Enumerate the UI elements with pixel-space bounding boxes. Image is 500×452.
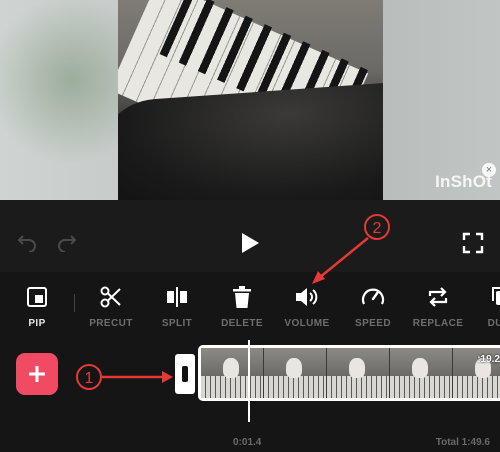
duplicate-icon bbox=[492, 287, 500, 305]
tool-delete[interactable]: DELETE bbox=[207, 282, 277, 329]
tool-label: PRECUT bbox=[89, 318, 133, 329]
current-time: 0:01.4 bbox=[233, 437, 262, 448]
plus-icon bbox=[29, 366, 45, 382]
video-frame bbox=[118, 0, 383, 200]
tool-volume[interactable]: VOLUME bbox=[272, 282, 342, 329]
clip-thumbnail bbox=[201, 348, 264, 398]
tool-label: PIP bbox=[28, 318, 46, 329]
tool-replace[interactable]: REPLACE bbox=[403, 282, 473, 329]
tool-speed[interactable]: SPEED bbox=[338, 282, 408, 329]
tool-label: DUPL bbox=[487, 318, 500, 329]
tool-precut[interactable]: PRECUT bbox=[76, 282, 146, 329]
undo-icon bbox=[17, 235, 36, 252]
tool-label: SPLIT bbox=[161, 318, 193, 329]
clip-thumbnail bbox=[264, 348, 327, 398]
replace-icon bbox=[428, 287, 448, 307]
play-button[interactable] bbox=[236, 230, 262, 256]
clip-trim-handle[interactable] bbox=[175, 354, 195, 394]
background-plant bbox=[0, 0, 118, 200]
redo-icon bbox=[58, 235, 77, 252]
tool-split[interactable]: SPLIT bbox=[142, 282, 212, 329]
total-duration: Total 1:49.6 bbox=[435, 437, 490, 448]
tool-label: VOLUME bbox=[284, 318, 330, 329]
edit-toolbar: PIP PRECUT SPLIT DELETE VOLUME SPEED REP… bbox=[0, 272, 500, 340]
undo-button[interactable] bbox=[16, 230, 38, 252]
speed-gauge-icon bbox=[361, 288, 385, 305]
clip-thumbnail bbox=[390, 348, 453, 398]
playback-controls bbox=[0, 200, 500, 272]
play-icon bbox=[242, 233, 259, 253]
video-preview[interactable]: InShOt × bbox=[0, 0, 500, 200]
trash-icon bbox=[233, 286, 251, 308]
fullscreen-button[interactable] bbox=[462, 232, 484, 254]
tool-label: REPLACE bbox=[412, 318, 464, 329]
volume-icon bbox=[296, 288, 318, 306]
add-clip-button[interactable] bbox=[16, 353, 58, 395]
handle-grip bbox=[182, 366, 188, 382]
pip-icon bbox=[27, 287, 47, 307]
timeline: :19.2 0:01.4 Total 1:49.6 bbox=[0, 340, 500, 452]
tool-duplicate[interactable]: DUPL bbox=[467, 282, 500, 329]
tool-label: SPEED bbox=[355, 318, 391, 329]
toolbar-divider bbox=[74, 294, 75, 312]
clip-duration: :19.2 bbox=[477, 354, 500, 365]
scissors-icon bbox=[100, 286, 121, 308]
split-icon bbox=[167, 287, 187, 307]
clip-thumbnails bbox=[201, 348, 500, 398]
video-clip[interactable]: :19.2 bbox=[198, 345, 500, 401]
playhead[interactable] bbox=[248, 340, 250, 422]
fullscreen-icon bbox=[462, 232, 484, 254]
watermark-close-icon[interactable]: × bbox=[482, 163, 496, 177]
piano-body bbox=[118, 80, 383, 200]
clip-thumbnail bbox=[327, 348, 390, 398]
redo-button[interactable] bbox=[56, 230, 78, 252]
tool-label: DELETE bbox=[221, 318, 263, 329]
tool-pip[interactable]: PIP bbox=[2, 282, 72, 329]
